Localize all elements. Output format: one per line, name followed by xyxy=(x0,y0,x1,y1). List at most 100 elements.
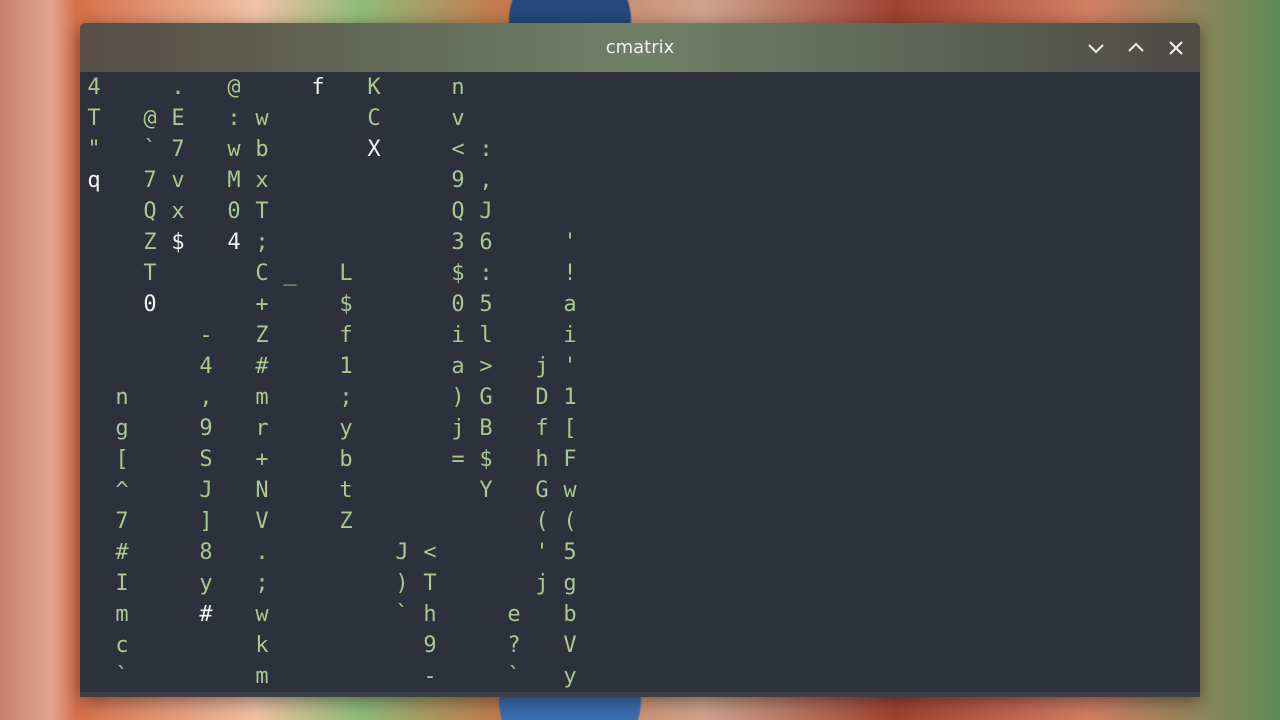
matrix-glyph: @ xyxy=(143,106,157,131)
window-bottom-edge xyxy=(80,692,1200,697)
matrix-glyph: n xyxy=(115,385,129,410)
matrix-glyph: $ xyxy=(479,447,493,472)
matrix-glyph: j xyxy=(535,571,549,596)
matrix-glyph: V xyxy=(563,633,577,658)
matrix-glyph: + xyxy=(255,292,269,317)
matrix-glyph: $ xyxy=(339,292,353,317)
window-title: cmatrix xyxy=(605,37,675,58)
matrix-glyph: ( xyxy=(563,509,577,534)
matrix-glyph: ` xyxy=(143,137,157,162)
matrix-glyph: ) xyxy=(451,385,465,410)
close-button[interactable] xyxy=(1163,35,1189,61)
matrix-glyph: c xyxy=(115,633,129,658)
maximize-button[interactable] xyxy=(1123,35,1149,61)
matrix-glyph: 5 xyxy=(479,292,493,317)
matrix-glyph: L xyxy=(339,261,353,286)
matrix-glyph: # xyxy=(199,602,213,627)
matrix-glyph: 5 xyxy=(563,540,577,565)
matrix-glyph: = xyxy=(451,447,465,472)
matrix-glyph: $ xyxy=(451,261,465,286)
matrix-glyph: i xyxy=(451,323,465,348)
matrix-glyph: 7 xyxy=(115,509,129,534)
matrix-glyph: B xyxy=(479,416,493,441)
matrix-glyph: 9 xyxy=(451,168,465,193)
matrix-glyph: a xyxy=(451,354,465,379)
matrix-glyph: : xyxy=(227,106,241,131)
matrix-glyph: ) xyxy=(395,571,409,596)
matrix-glyph: < xyxy=(451,137,465,162)
matrix-glyph: Z xyxy=(339,509,353,534)
close-icon xyxy=(1169,41,1183,55)
matrix-glyph: J xyxy=(395,540,409,565)
matrix-glyph: D xyxy=(535,385,549,410)
matrix-glyph: K xyxy=(367,75,381,100)
matrix-glyph: : xyxy=(479,261,493,286)
matrix-glyph: 7 xyxy=(143,168,157,193)
matrix-glyph: r xyxy=(255,416,269,441)
matrix-glyph: E xyxy=(171,106,185,131)
matrix-glyph: b xyxy=(255,137,269,162)
matrix-glyph: M xyxy=(227,168,241,193)
matrix-glyph: g xyxy=(563,571,577,596)
matrix-glyph: x xyxy=(255,168,269,193)
matrix-glyph: 3 xyxy=(451,230,465,255)
matrix-glyph: V xyxy=(255,509,269,534)
matrix-glyph: $ xyxy=(171,230,185,255)
matrix-glyph: Y xyxy=(479,478,493,503)
matrix-glyph: < xyxy=(423,540,437,565)
matrix-glyph: N xyxy=(255,478,269,503)
matrix-glyph: 4 xyxy=(87,75,101,100)
minimize-button[interactable] xyxy=(1083,35,1109,61)
matrix-glyph: ! xyxy=(563,261,577,286)
matrix-glyph: , xyxy=(479,168,493,193)
matrix-glyph: 4 xyxy=(227,230,241,255)
matrix-glyph: C xyxy=(255,261,269,286)
matrix-glyph: [ xyxy=(115,447,129,472)
matrix-glyph: a xyxy=(563,292,577,317)
matrix-glyph: @ xyxy=(227,75,241,100)
chevron-up-icon xyxy=(1128,42,1144,52)
matrix-glyph: h xyxy=(423,602,437,627)
matrix-glyph: y xyxy=(339,416,353,441)
matrix-glyph: " xyxy=(87,137,101,162)
matrix-glyph: Z xyxy=(255,323,269,348)
matrix-glyph: ; xyxy=(339,385,353,410)
matrix-glyph: 9 xyxy=(199,416,213,441)
matrix-glyph: X xyxy=(367,137,381,162)
matrix-glyph: + xyxy=(255,447,269,472)
matrix-glyph: e xyxy=(507,602,521,627)
matrix-glyph: w xyxy=(255,602,269,627)
matrix-glyph: m xyxy=(255,385,269,410)
matrix-glyph: ` xyxy=(115,664,129,689)
matrix-glyph: b xyxy=(563,602,577,627)
matrix-glyph: 1 xyxy=(563,385,577,410)
title-bar[interactable]: cmatrix xyxy=(80,23,1200,72)
matrix-glyph: Q xyxy=(143,199,157,224)
matrix-glyph: - xyxy=(199,323,213,348)
matrix-glyph: . xyxy=(255,540,269,565)
terminal-output[interactable]: 4 T " q n g[^ 7 # Im c ` @ ` 7 Q Z T 0. E 7 v x $ -4, 9 S J] 8 y # @: w… xyxy=(80,72,1200,697)
matrix-glyph: v xyxy=(451,106,465,131)
matrix-glyph: T xyxy=(423,571,437,596)
matrix-glyph: [ xyxy=(563,416,577,441)
matrix-glyph: 0 xyxy=(451,292,465,317)
matrix-glyph: 6 xyxy=(479,230,493,255)
matrix-glyph: J xyxy=(479,199,493,224)
matrix-glyph: v xyxy=(171,168,185,193)
matrix-glyph: t xyxy=(339,478,353,503)
matrix-glyph: - xyxy=(423,664,437,689)
matrix-glyph: i xyxy=(563,323,577,348)
matrix-glyph: ? xyxy=(507,633,521,658)
matrix-glyph: ] xyxy=(199,509,213,534)
matrix-glyph: 4 xyxy=(199,354,213,379)
matrix-glyph: T xyxy=(87,106,101,131)
matrix-glyph: S xyxy=(199,447,213,472)
matrix-glyph: q xyxy=(87,168,101,193)
matrix-glyph: G xyxy=(479,385,493,410)
matrix-glyph: ^ xyxy=(115,478,129,503)
matrix-glyph: > xyxy=(479,354,493,379)
matrix-glyph: # xyxy=(115,540,129,565)
matrix-glyph: : xyxy=(479,137,493,162)
matrix-glyph: n xyxy=(451,75,465,100)
matrix-glyph: _ xyxy=(283,261,297,286)
